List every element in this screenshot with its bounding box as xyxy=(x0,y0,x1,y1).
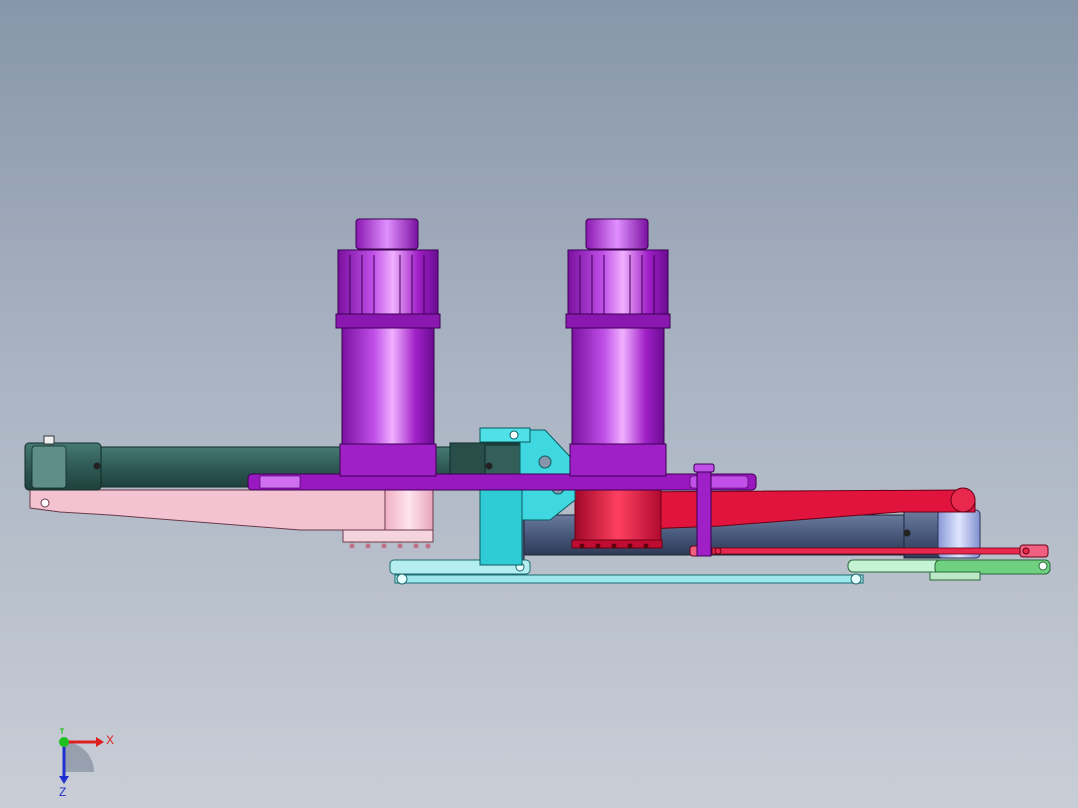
triad-plane xyxy=(64,742,94,772)
cyan-bottom-link[interactable] xyxy=(389,559,864,585)
z-axis-label: Z xyxy=(59,785,66,798)
y-axis-label: Y xyxy=(58,728,66,737)
graphics-viewport[interactable]: X Y Z xyxy=(0,0,1078,808)
purple-post[interactable] xyxy=(693,463,715,557)
right-motor[interactable] xyxy=(565,218,671,477)
left-lower-arm[interactable] xyxy=(29,489,434,549)
left-motor[interactable] xyxy=(335,218,441,477)
cad-model[interactable] xyxy=(0,0,1078,808)
green-end-link[interactable] xyxy=(847,559,1051,581)
orientation-triad: X Y Z xyxy=(58,728,114,798)
x-axis-label: X xyxy=(106,733,114,747)
mounting-plate[interactable] xyxy=(247,473,757,491)
y-axis-dot xyxy=(59,737,69,747)
z-axis-arrow xyxy=(59,776,69,784)
x-axis-arrow xyxy=(96,737,104,747)
